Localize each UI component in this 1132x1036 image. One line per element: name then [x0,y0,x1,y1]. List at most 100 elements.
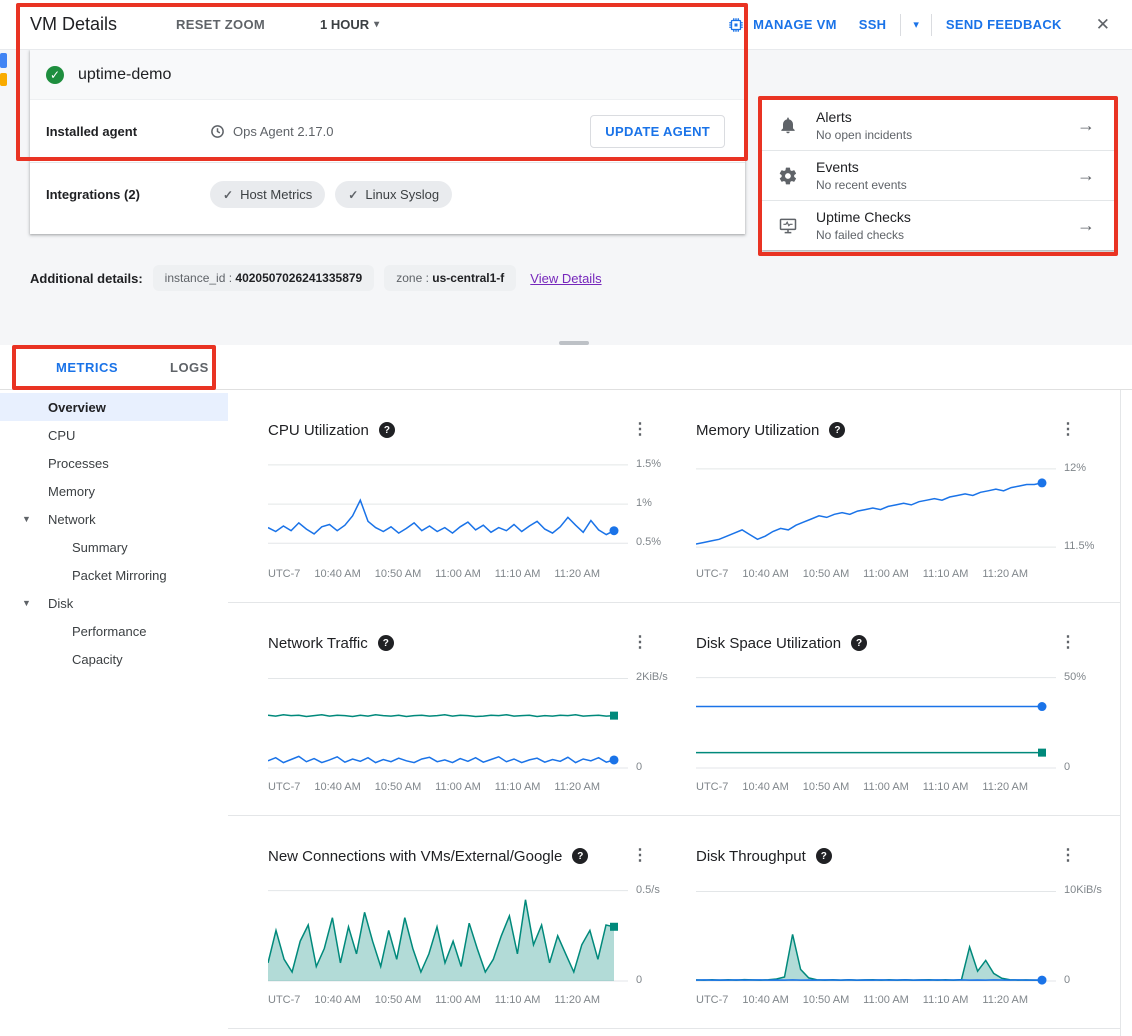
chip-key: instance_id [165,271,226,285]
ssh-button[interactable]: SSH [855,11,891,38]
y-axis-labels: 50%0 [1056,669,1106,773]
events-text: Events No recent events [816,159,907,192]
header-actions: MANAGE VM SSH ▾ SEND FEEDBACK ✕ [723,10,1118,40]
chart-title: Disk Space Utilization [696,635,841,652]
integration-chip-linux-syslog: ✓ Linux Syslog [335,181,452,208]
help-icon[interactable]: ? [378,635,394,651]
close-icon[interactable]: ✕ [1088,11,1118,39]
x-axis-labels: UTC-710:40 AM10:50 AM11:00 AM11:10 AM11:… [696,568,1056,580]
reset-zoom-button[interactable]: RESET ZOOM [172,11,269,38]
help-icon[interactable]: ? [851,635,867,651]
arrow-right-icon[interactable]: → [1069,211,1103,240]
sidebar-item-performance[interactable]: Performance [0,617,228,645]
gear-icon [778,166,802,186]
memory-utilization-chart: Memory Utilization ? ⋮ 12%11.5% UTC-710:… [696,420,1106,580]
uptime-checks-text: Uptime Checks No failed checks [816,209,911,242]
arrow-right-icon[interactable]: → [1069,161,1103,190]
chart-row: CPU Utilization ? ⋮ 1.5%1%0.5% UTC-710:4… [228,390,1120,603]
chart-title: Network Traffic [268,635,368,652]
sidebar-item-label: Disk [48,596,73,611]
alerts-title: Alerts [816,109,912,125]
chart-canvas [268,669,628,773]
chart-canvas [696,669,1056,773]
instance-id-chip: instance_id : 4020507026241335879 [153,265,375,291]
chart-menu-icon[interactable]: ⋮ [628,420,652,440]
vm-card: ✓ uptime-demo Installed agent Ops Agent … [30,50,745,234]
arrow-right-icon[interactable]: → [1069,111,1103,140]
chevron-expanded-icon[interactable]: ▼ [22,598,48,608]
background-app-fragment-icon [0,73,7,86]
sidebar-item-overview[interactable]: Overview [0,393,228,421]
integrations-row: Integrations (2) ✓ Host Metrics ✓ Linux … [30,162,745,234]
disk-throughput-chart: Disk Throughput ? ⋮ 10KiB/s0 UTC-710:40 … [696,846,1106,1006]
network-traffic-chart: Network Traffic ? ⋮ 2KiB/s0 UTC-710:40 A… [268,633,678,793]
send-feedback-button[interactable]: SEND FEEDBACK [942,11,1066,38]
uptime-checks-subtitle: No failed checks [816,228,911,242]
tab-metrics[interactable]: METRICS [30,345,144,389]
sidebar-item-packet-mirroring[interactable]: Packet Mirroring [0,561,228,589]
zone-chip: zone : us-central1-f [384,265,516,291]
additional-details: Additional details: instance_id : 402050… [30,265,602,291]
chart-menu-icon[interactable]: ⋮ [1056,633,1080,653]
manage-vm-button[interactable]: MANAGE VM [723,10,841,40]
sidebar-item-label: Network [48,512,96,527]
chart-row: Network Traffic ? ⋮ 2KiB/s0 UTC-710:40 A… [228,603,1120,816]
sidebar-item-processes[interactable]: Processes [0,449,228,477]
sidebar-item-capacity[interactable]: Capacity [0,645,228,673]
sidebar-item-memory[interactable]: Memory [0,477,228,505]
cpu-utilization-chart: CPU Utilization ? ⋮ 1.5%1%0.5% UTC-710:4… [268,420,678,580]
help-icon[interactable]: ? [829,422,845,438]
background-app-fragment-icon [0,53,7,68]
chart-title: CPU Utilization [268,422,369,439]
help-icon[interactable]: ? [379,422,395,438]
view-details-link[interactable]: View Details [530,271,601,286]
alerts-row[interactable]: Alerts No open incidents → [762,100,1115,150]
chart-menu-icon[interactable]: ⋮ [1056,420,1080,440]
y-axis-labels: 2KiB/s0 [628,669,678,773]
ssh-dropdown-button[interactable]: ▾ [911,14,921,35]
tab-logs[interactable]: LOGS [144,345,235,389]
chip-value: us-central1-f [432,271,504,285]
y-axis-labels: 0.5/s0 [628,882,678,986]
sidebar-item-disk[interactable]: ▼ Disk [0,589,228,617]
x-axis-labels: UTC-710:40 AM10:50 AM11:00 AM11:10 AM11:… [268,781,628,793]
installed-agent-row: Installed agent Ops Agent 2.17.0 UPDATE … [30,100,745,162]
chip-label: Linux Syslog [365,187,439,202]
vm-chip-icon [727,16,745,34]
help-icon[interactable]: ? [816,848,832,864]
divider [900,14,901,36]
x-axis-labels: UTC-710:40 AM10:50 AM11:00 AM11:10 AM11:… [268,568,628,580]
vm-details-header: VM Details RESET ZOOM 1 HOUR ▾ MANAGE VM… [0,0,1132,50]
charts-area: CPU Utilization ? ⋮ 1.5%1%0.5% UTC-710:4… [228,390,1132,1036]
chart-menu-icon[interactable]: ⋮ [1056,846,1080,866]
chevron-expanded-icon[interactable]: ▼ [22,514,48,524]
events-title: Events [816,159,907,175]
installed-agent-label: Installed agent [46,124,196,139]
agent-version: Ops Agent 2.17.0 [210,124,333,139]
chip-separator: : [225,271,235,285]
disk-space-utilization-chart: Disk Space Utilization ? ⋮ 50%0 UTC-710:… [696,633,1106,793]
monitoring-side-panel: Alerts No open incidents → Events No rec… [762,100,1115,250]
sidebar-item-summary[interactable]: Summary [0,533,228,561]
chart-menu-icon[interactable]: ⋮ [628,846,652,866]
x-axis-labels: UTC-710:40 AM10:50 AM11:00 AM11:10 AM11:… [696,994,1056,1006]
help-icon[interactable]: ? [572,848,588,864]
sidebar-item-cpu[interactable]: CPU [0,421,228,449]
x-axis-labels: UTC-710:40 AM10:50 AM11:00 AM11:10 AM11:… [696,781,1056,793]
panel-edge-divider [1120,390,1121,1036]
chip-label: Host Metrics [240,187,312,202]
time-range-dropdown[interactable]: 1 HOUR ▾ [314,16,385,33]
chart-canvas [696,882,1056,986]
check-icon: ✓ [223,188,233,202]
chip-value: 4020507026241335879 [235,271,362,285]
sidebar-item-network[interactable]: ▼ Network [0,505,228,533]
check-glyph: ✓ [50,68,60,82]
chart-menu-icon[interactable]: ⋮ [628,633,652,653]
monitor-icon [778,216,802,236]
uptime-checks-row[interactable]: Uptime Checks No failed checks → [762,200,1115,250]
events-row[interactable]: Events No recent events → [762,150,1115,200]
additional-details-label: Additional details: [30,271,143,286]
chart-title: Disk Throughput [696,848,806,865]
update-agent-button[interactable]: UPDATE AGENT [590,115,725,148]
integration-chips: ✓ Host Metrics ✓ Linux Syslog [210,181,452,208]
